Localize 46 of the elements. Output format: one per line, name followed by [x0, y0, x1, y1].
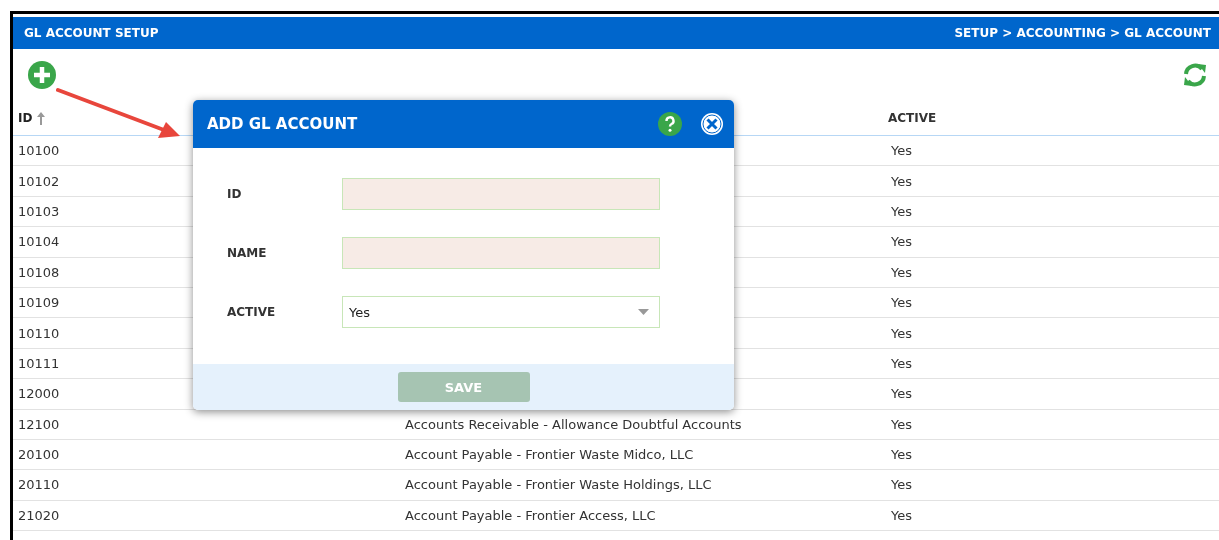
field-label: NAME	[227, 246, 268, 260]
field-label: ACTIVE	[227, 305, 277, 319]
table-cell: 20110	[18, 477, 60, 493]
table-cell-text: Yes	[890, 173, 912, 189]
table-cell: 10111	[18, 355, 60, 371]
table-cell-text: Yes	[890, 203, 912, 219]
table-cell: 20100	[18, 447, 60, 463]
table-cell: 10100	[18, 143, 60, 159]
add-icon[interactable]	[27, 60, 57, 90]
caret-icon	[638, 309, 649, 315]
help-icon[interactable]	[658, 112, 682, 136]
table-cell-text: Yes	[890, 264, 912, 280]
input-field[interactable]	[342, 178, 660, 210]
table-cell-text: Yes	[890, 416, 912, 432]
table-cell: Account Payable - Frontier Waste Midco, LLC	[405, 447, 694, 463]
dialog-title: ADD GL ACCOUNT	[207, 115, 359, 133]
table-cell: 21020	[18, 507, 60, 523]
table-cell: 10110	[18, 325, 60, 341]
table-cell-text: Yes	[890, 325, 912, 341]
table-cell-text: Yes	[890, 386, 912, 402]
input-field[interactable]	[342, 237, 660, 269]
table-cell: Account Payable - Frontier Access, LLC	[405, 507, 656, 523]
dropdown[interactable]: Yes	[342, 296, 660, 328]
table-cell: 10102	[18, 173, 60, 189]
table-cell: 10103	[18, 203, 60, 219]
column-header[interactable]: ACTIVE	[888, 111, 937, 125]
field-label: ID	[227, 187, 243, 201]
table-cell-text: Yes	[890, 507, 912, 523]
table-cell-text: Yes	[890, 295, 912, 311]
table-cell-text: Yes	[890, 143, 912, 159]
table-cell-text: Yes	[890, 477, 912, 493]
close-icon[interactable]	[700, 112, 724, 136]
table-cell-text: Yes	[890, 447, 912, 463]
table-cell-text: Yes	[890, 234, 912, 250]
table-cell: 10109	[18, 295, 60, 311]
table-cell: 10108	[18, 264, 60, 280]
breadcrumb[interactable]: SETUP > ACCOUNTING > GL ACCOUNT	[954, 26, 1211, 40]
refresh-icon[interactable]	[1181, 61, 1209, 89]
page-title: GL ACCOUNT SETUP	[24, 26, 159, 40]
column-header[interactable]: ID	[18, 111, 33, 125]
table-cell: Account Payable - Frontier Waste Holdings, LLC	[405, 477, 712, 493]
table-cell: 12100	[18, 416, 60, 432]
table-cell: 12000	[18, 386, 60, 402]
table-cell: Accounts Receivable - Allowance Doubtful Accounts	[405, 416, 742, 432]
table-cell-text: Yes	[890, 355, 912, 371]
table-cell: 10104	[18, 234, 60, 250]
